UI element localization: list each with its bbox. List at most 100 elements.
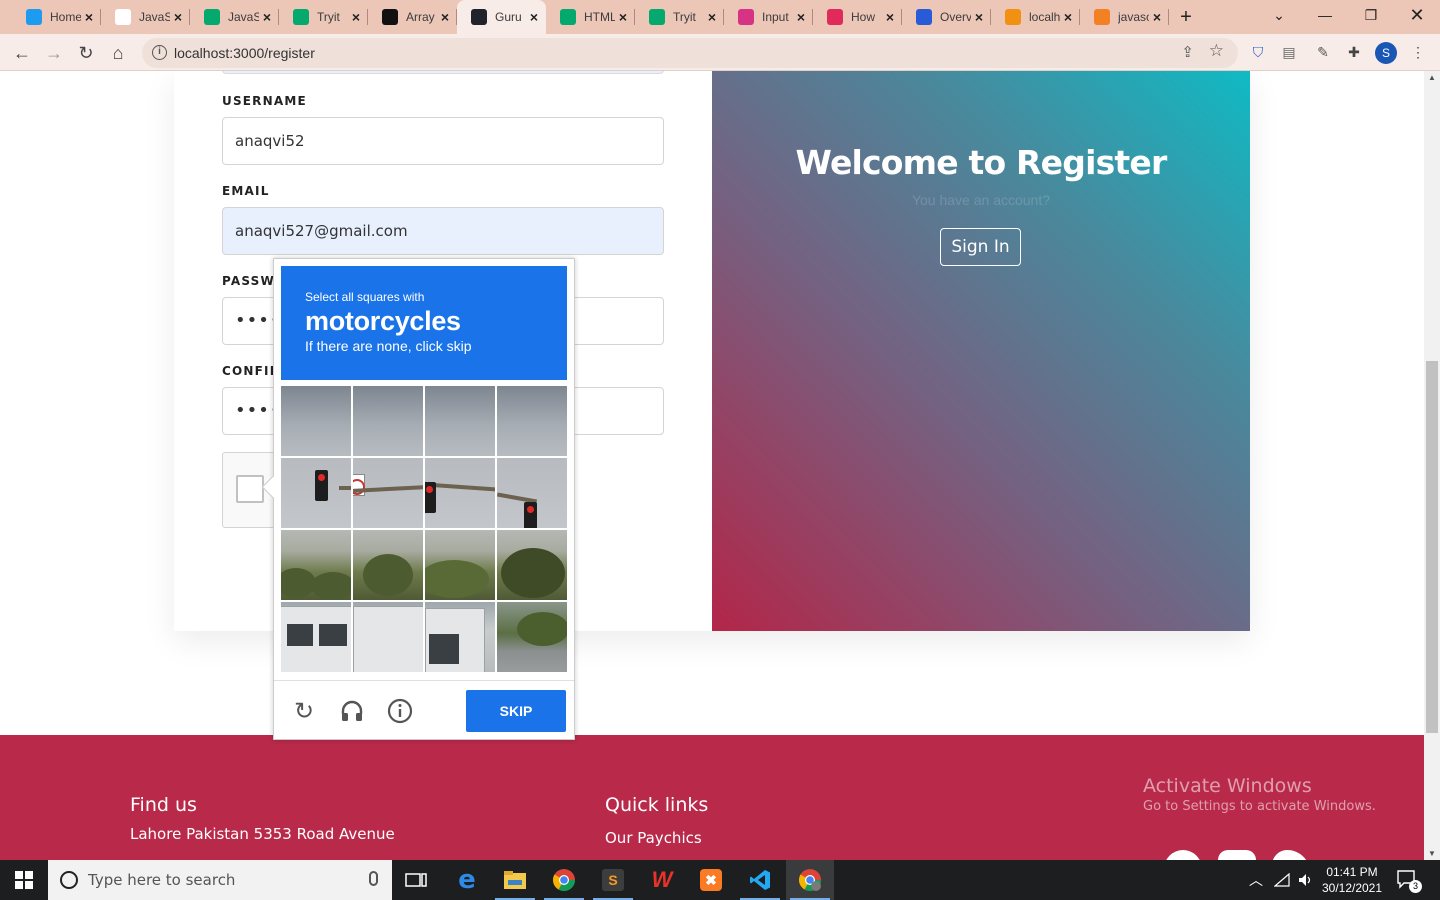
grid-tile[interactable]	[425, 602, 495, 672]
browser-tab[interactable]: Input ×	[724, 0, 813, 34]
tab-title: Tryit	[317, 10, 340, 24]
sign-in-button[interactable]: Sign In	[940, 228, 1021, 266]
browser-tab[interactable]: javascript ×	[1080, 0, 1169, 34]
tab-search-icon[interactable]: ⌄	[1256, 0, 1302, 30]
back-icon[interactable]: ←	[9, 40, 35, 66]
username-field[interactable]: anaqvi52	[222, 117, 664, 165]
grid-tile[interactable]	[281, 458, 351, 528]
close-tab-icon[interactable]: ×	[441, 9, 449, 25]
sublime-text-icon[interactable]: S	[589, 860, 637, 900]
grid-tile[interactable]	[353, 530, 423, 600]
twitter-icon[interactable]	[1272, 850, 1310, 860]
close-window-button[interactable]: ✕	[1394, 0, 1440, 30]
close-tab-icon[interactable]: ×	[530, 9, 538, 25]
page-scrollbar[interactable]: ▲ ▼	[1424, 71, 1440, 860]
name-field-partial[interactable]	[222, 71, 664, 74]
vscode-icon[interactable]	[736, 860, 784, 900]
system-clock[interactable]: 01:41 PM 30/12/2021	[1320, 864, 1384, 896]
grid-tile[interactable]	[425, 530, 495, 600]
browser-tab[interactable]: Home ×	[12, 0, 101, 34]
browser-tab[interactable]: Array ×	[368, 0, 457, 34]
grid-tile[interactable]	[497, 386, 567, 456]
browser-tab[interactable]: HTML ×	[546, 0, 635, 34]
minimize-button[interactable]: —	[1302, 0, 1348, 30]
volume-icon[interactable]	[1294, 860, 1318, 900]
close-tab-icon[interactable]: ×	[174, 9, 182, 25]
grid-tile[interactable]	[353, 602, 423, 672]
browser-tab[interactable]: How ×	[813, 0, 902, 34]
microphone-icon[interactable]	[369, 871, 378, 886]
home-icon[interactable]: ⌂	[105, 40, 131, 66]
scrollbar-thumb[interactable]	[1426, 361, 1438, 733]
browser-tab[interactable]: Tryit ×	[279, 0, 368, 34]
scroll-down-icon[interactable]: ▼	[1428, 849, 1436, 858]
task-view-icon[interactable]	[392, 860, 440, 900]
chrome-icon[interactable]	[540, 860, 588, 900]
site-info-icon[interactable]: i	[152, 45, 167, 60]
network-icon[interactable]	[1270, 860, 1294, 900]
traffic-light	[315, 470, 328, 501]
skip-button[interactable]: SKIP	[466, 690, 566, 732]
email-field[interactable]: anaqvi527@gmail.com	[222, 207, 664, 255]
grid-tile[interactable]	[281, 602, 351, 672]
close-tab-icon[interactable]: ×	[352, 9, 360, 25]
clipboard-extension-icon[interactable]: ▤	[1280, 43, 1298, 61]
grid-tile[interactable]	[425, 386, 495, 456]
close-tab-icon[interactable]: ×	[886, 9, 894, 25]
grid-tile[interactable]	[353, 458, 423, 528]
action-center-icon[interactable]: 3	[1396, 869, 1422, 893]
edge-icon[interactable]: e	[443, 860, 491, 900]
browser-tab[interactable]: Guru ×	[457, 0, 546, 34]
show-hidden-icons[interactable]: ︿	[1244, 860, 1268, 900]
wps-office-icon[interactable]: W	[638, 860, 686, 900]
footer-link-our-paychics[interactable]: Our Paychics	[605, 829, 702, 847]
profile-avatar[interactable]: S	[1375, 42, 1397, 64]
tab-title: Overview	[940, 10, 971, 24]
xampp-icon[interactable]: ✖	[687, 860, 735, 900]
shield-extension-icon[interactable]: ⛉	[1249, 43, 1267, 61]
grid-tile[interactable]	[281, 530, 351, 600]
chrome-profile-icon[interactable]	[786, 860, 834, 900]
reload-challenge-icon[interactable]: ↻	[290, 697, 318, 725]
grid-tile[interactable]	[353, 386, 423, 456]
new-tab-button[interactable]: +	[1169, 0, 1203, 34]
close-tab-icon[interactable]: ×	[1153, 9, 1161, 25]
recaptcha-checkbox[interactable]	[236, 475, 264, 503]
close-tab-icon[interactable]: ×	[975, 9, 983, 25]
grid-tile[interactable]	[425, 458, 495, 528]
info-challenge-icon[interactable]	[386, 697, 414, 725]
close-tab-icon[interactable]: ×	[797, 9, 805, 25]
site-footer: Find us Lahore Pakistan 5353 Road Avenue…	[0, 735, 1424, 860]
audio-challenge-icon[interactable]	[338, 697, 366, 725]
menu-kebab-icon[interactable]: ⋮	[1409, 43, 1427, 61]
url-text[interactable]: localhost:3000/register	[174, 45, 315, 61]
close-tab-icon[interactable]: ×	[263, 9, 271, 25]
browser-tab[interactable]: Tryit ×	[635, 0, 724, 34]
devtools-extension-icon[interactable]: ✎	[1314, 43, 1332, 61]
restore-button[interactable]: ❐	[1348, 0, 1394, 30]
scroll-up-icon[interactable]: ▲	[1428, 73, 1436, 82]
taskbar-search[interactable]: Type here to search	[48, 860, 392, 900]
grid-tile[interactable]	[497, 458, 567, 528]
instagram-icon[interactable]	[1218, 850, 1256, 860]
share-icon[interactable]: ⇪	[1181, 43, 1194, 61]
start-button[interactable]	[0, 860, 48, 900]
browser-tab[interactable]: localhost ×	[991, 0, 1080, 34]
close-tab-icon[interactable]: ×	[1064, 9, 1072, 25]
grid-tile[interactable]	[497, 530, 567, 600]
bookmark-star-icon[interactable]: ☆	[1209, 41, 1224, 61]
browser-tab[interactable]: Overview ×	[902, 0, 991, 34]
grid-tile[interactable]	[497, 602, 567, 672]
close-tab-icon[interactable]: ×	[619, 9, 627, 25]
address-bar[interactable]: i localhost:3000/register ⇪ ☆	[142, 38, 1238, 68]
file-explorer-icon[interactable]	[491, 860, 539, 900]
forward-icon[interactable]: →	[41, 40, 67, 66]
close-tab-icon[interactable]: ×	[708, 9, 716, 25]
close-tab-icon[interactable]: ×	[85, 9, 93, 25]
grid-tile[interactable]	[281, 386, 351, 456]
facebook-icon[interactable]	[1164, 850, 1202, 860]
extensions-puzzle-icon[interactable]: ✚	[1345, 43, 1363, 61]
reload-icon[interactable]: ↻	[73, 40, 99, 66]
browser-tab[interactable]: JavaScript ×	[101, 0, 190, 34]
browser-tab[interactable]: JavaScript ×	[190, 0, 279, 34]
